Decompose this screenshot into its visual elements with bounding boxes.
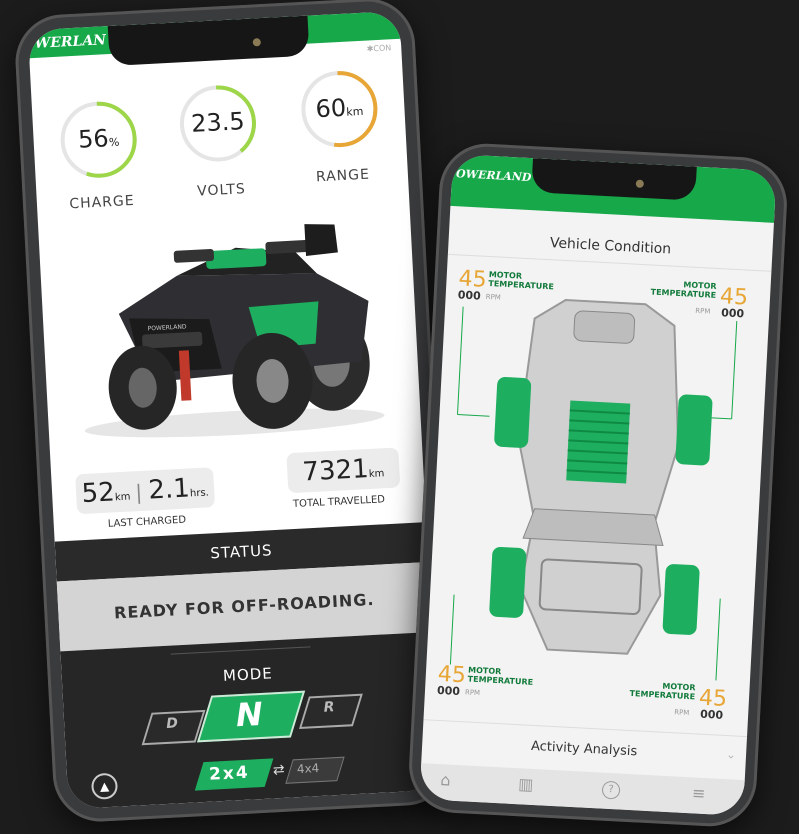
wheel-front-left <box>488 546 527 619</box>
drive-2x4-label: 2x4 <box>208 762 251 785</box>
mode-r-label: R <box>323 699 335 716</box>
wheel-rear-right <box>675 394 713 466</box>
charge-label: CHARGE <box>68 192 135 213</box>
last-charged-stat: 52km | 2.1hrs. <box>75 467 216 515</box>
range-unit: km <box>345 104 364 119</box>
charge-value: 56 <box>77 124 110 154</box>
chevron-down-icon: ⌄ <box>725 747 737 762</box>
atv-image: POWERLAND <box>84 224 385 438</box>
drive-swap-icon: ⇄ <box>272 761 286 779</box>
bottom-nav: ⌂ ▥ ? ≡ <box>419 763 745 817</box>
help-icon[interactable]: ? <box>601 780 621 800</box>
wheel-rear-left <box>493 376 532 449</box>
range-value: 60 <box>314 93 347 124</box>
total-value: 7321 <box>301 454 370 488</box>
last-charged-hrs: 2.1 <box>147 473 191 506</box>
mode-n-label: N <box>234 694 264 735</box>
bluetooth-status[interactable]: ✱CON <box>366 43 391 53</box>
phone-right-screen: OWERLAND Vehicle Condition 45 000 RPM MO… <box>419 153 777 817</box>
atv-top-view <box>449 299 738 681</box>
range-gauge: 60km RANGE <box>292 62 389 197</box>
mode-panel: MODE D N R 2x4 ⇄ 4x4 ▲ <box>60 631 441 810</box>
menu-icon[interactable]: ≡ <box>692 783 706 803</box>
range-label: RANGE <box>315 166 371 186</box>
charge-unit: % <box>108 135 120 150</box>
total-travelled-stat: 7321km <box>286 447 401 494</box>
chart-icon[interactable]: ▥ <box>518 774 534 794</box>
last-charged-km: 52 <box>80 477 116 510</box>
drive-4x4-label: 4x4 <box>296 761 320 777</box>
volts-gauge: 23.5 VOLTS <box>171 76 268 211</box>
brand-logo: WERLAN <box>34 32 107 52</box>
brand-logo-2: OWERLAND <box>455 167 532 185</box>
last-charged-label: LAST CHARGED <box>107 514 187 530</box>
home-icon[interactable]: ⌂ <box>440 770 451 790</box>
volts-label: VOLTS <box>196 181 247 200</box>
volts-value: 23.5 <box>190 107 246 138</box>
phone-right: OWERLAND Vehicle Condition 45 000 RPM MO… <box>406 141 790 829</box>
phone-left-screen: WERLAN ✱CON 56% CHARGE 23.5 VOLTS 60km R… <box>27 10 441 810</box>
phone-left: WERLAN ✱CON 56% CHARGE 23.5 VOLTS 60km R… <box>13 0 455 824</box>
notch <box>107 15 310 67</box>
charge-gauge: 56% CHARGE <box>51 92 148 227</box>
compass-icon[interactable]: ▲ <box>90 772 119 800</box>
mode-d-label: D <box>165 715 179 732</box>
wheel-front-right <box>662 563 700 636</box>
mode-label: MODE <box>222 664 274 685</box>
total-travelled-label: TOTAL TRAVELLED <box>292 494 386 511</box>
